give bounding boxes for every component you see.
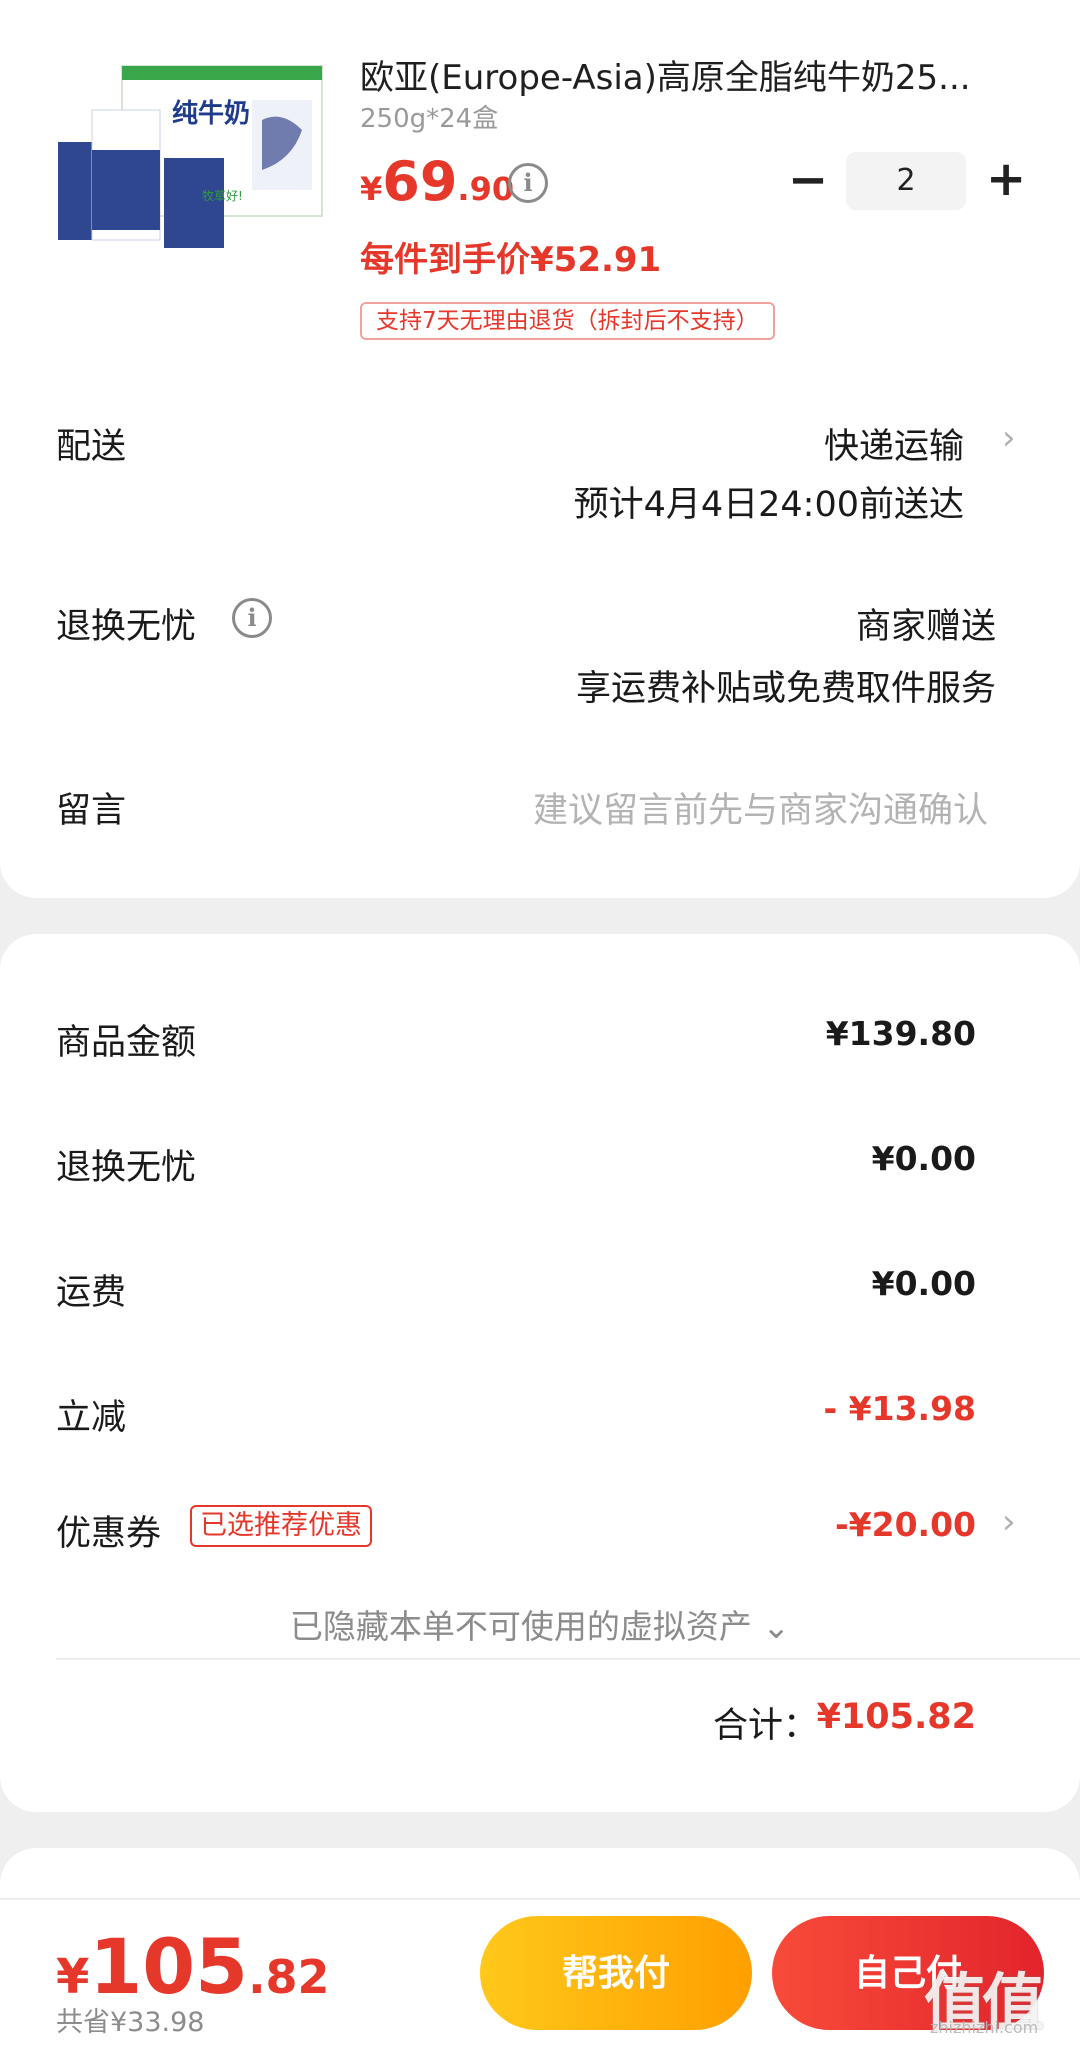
message-label: 留言 [56,791,127,831]
summary-goods-value: ¥139.80 [825,1014,976,1053]
return-worry-service: 享运费补贴或免费取件服务 [575,669,996,709]
checkout-currency: ¥ [56,1949,90,2005]
price-integer: 69 [382,150,458,213]
product-image[interactable]: 纯牛奶 牧草好! [52,60,326,260]
summary-divider [56,1658,1080,1660]
checkout-saved: 共省¥33.98 [56,2007,205,2038]
price-summary-card [0,934,1080,1812]
coupon-selected-tag: 已选推荐优惠 [190,1505,372,1547]
delivery-method[interactable]: 快递运输 [824,418,964,469]
checkout-total-integer: 105 [89,1922,249,2011]
return-worry-info-icon[interactable]: i [232,598,272,638]
help-pay-button[interactable]: 帮我付 [480,1916,752,2030]
checkout-total-decimal: .82 [248,1950,330,2004]
coupon-chevron-icon[interactable]: › [1002,1502,1016,1542]
quantity-increase-button[interactable]: + [986,154,1026,204]
return-policy-tag: 支持7天无理由退货（拆封后不支持） [360,302,775,340]
summary-shipping-value: ¥0.00 [871,1264,976,1303]
product-title[interactable]: 欧亚(Europe-Asia)高原全脂纯牛奶25... [360,50,971,99]
delivery-label: 配送 [56,427,127,467]
delivery-chevron-icon[interactable]: › [1002,418,1016,458]
price-currency: ¥ [360,170,383,208]
svg-text:牧草好!: 牧草好! [202,189,243,203]
return-worry-provider: 商家赠送 [855,607,996,647]
summary-shipping-label: 运费 [56,1273,127,1313]
summary-return-label: 退换无忧 [56,1148,197,1188]
total-label: 合计： [712,1706,818,1746]
total-value: ¥105.82 [816,1697,976,1737]
summary-discount-label: 立减 [56,1398,127,1438]
message-input[interactable]: 建议留言前先与商家沟通确认 [533,782,988,833]
summary-return-value: ¥0.00 [871,1139,976,1178]
product-spec: 250g*24盒 [360,104,499,134]
summary-goods-label: 商品金额 [56,1023,197,1063]
price-info-icon[interactable]: i [508,163,548,203]
product-price: ¥69.90 [360,150,514,213]
hidden-assets-toggle[interactable]: 已隐藏本单不可使用的虚拟资产 ⌄ [0,1600,1080,1648]
watermark-url: zhizhizhi.com [930,2018,1039,2037]
quantity-decrease-button[interactable]: − [788,156,828,204]
per-item-price: 每件到手价¥52.91 [360,240,662,280]
delivery-eta: 预计4月4日24:00前送达 [573,485,964,525]
summary-coupon-value[interactable]: -¥20.00 [835,1505,976,1544]
summary-discount-value: - ¥13.98 [823,1389,976,1428]
return-worry-label: 退换无忧 [56,607,197,647]
quantity-input[interactable]: 2 [846,152,966,210]
product-image-text: 纯牛奶 [172,98,250,129]
summary-coupon-label: 优惠券 [56,1514,162,1554]
checkout-total: ¥105.82 [56,1922,330,2011]
price-decimal: .90 [457,170,515,208]
